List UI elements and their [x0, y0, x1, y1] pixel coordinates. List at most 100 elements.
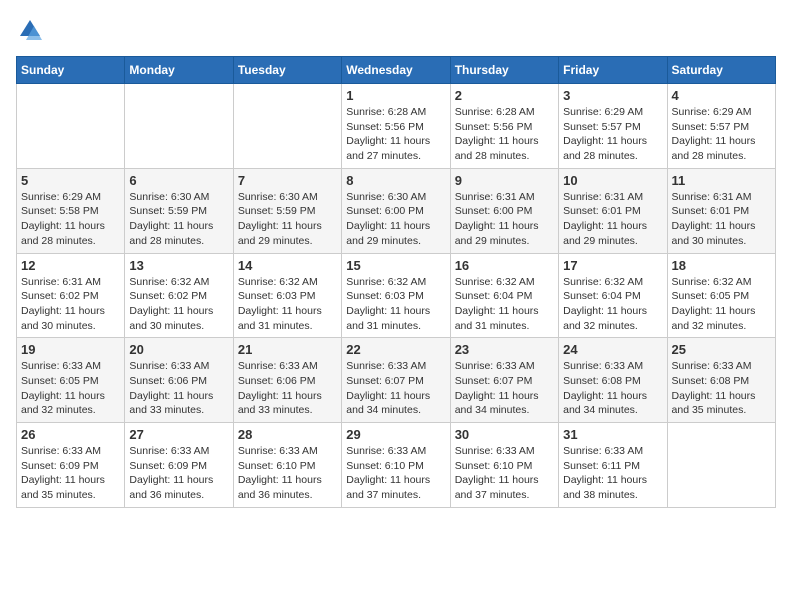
day-info: Sunrise: 6:33 AMSunset: 6:08 PMDaylight:… [563, 359, 662, 418]
day-number: 10 [563, 173, 662, 188]
day-info: Sunrise: 6:29 AMSunset: 5:57 PMDaylight:… [563, 105, 662, 164]
day-number: 29 [346, 427, 445, 442]
day-cell: 16 Sunrise: 6:32 AMSunset: 6:04 PMDayligh… [450, 253, 558, 338]
day-info: Sunrise: 6:33 AMSunset: 6:08 PMDaylight:… [672, 359, 771, 418]
day-number: 9 [455, 173, 554, 188]
day-number: 26 [21, 427, 120, 442]
day-info: Sunrise: 6:30 AMSunset: 5:59 PMDaylight:… [238, 190, 337, 249]
day-info: Sunrise: 6:29 AMSunset: 5:57 PMDaylight:… [672, 105, 771, 164]
day-cell: 19 Sunrise: 6:33 AMSunset: 6:05 PMDayligh… [17, 338, 125, 423]
day-info: Sunrise: 6:28 AMSunset: 5:56 PMDaylight:… [346, 105, 445, 164]
day-number: 6 [129, 173, 228, 188]
day-info: Sunrise: 6:31 AMSunset: 6:01 PMDaylight:… [563, 190, 662, 249]
day-cell: 8 Sunrise: 6:30 AMSunset: 6:00 PMDaylight… [342, 168, 450, 253]
day-number: 24 [563, 342, 662, 357]
day-info: Sunrise: 6:32 AMSunset: 6:03 PMDaylight:… [346, 275, 445, 334]
day-cell: 14Sunrise: 6:32 AMSunset: 6:03 PMDayligh… [233, 253, 341, 338]
day-number: 30 [455, 427, 554, 442]
day-number: 22 [346, 342, 445, 357]
day-cell [667, 423, 775, 508]
day-info: Sunrise: 6:28 AMSunset: 5:56 PMDaylight:… [455, 105, 554, 164]
day-info: Sunrise: 6:33 AMSunset: 6:05 PMDaylight:… [21, 359, 120, 418]
logo [16, 16, 48, 44]
day-info: Sunrise: 6:33 AMSunset: 6:11 PMDaylight:… [563, 444, 662, 503]
day-info: Sunrise: 6:31 AMSunset: 6:00 PMDaylight:… [455, 190, 554, 249]
day-number: 17 [563, 258, 662, 273]
day-info: Sunrise: 6:33 AMSunset: 6:06 PMDaylight:… [129, 359, 228, 418]
week-row-4: 19 Sunrise: 6:33 AMSunset: 6:05 PMDayligh… [17, 338, 776, 423]
day-info: Sunrise: 6:32 AMSunset: 6:04 PMDaylight:… [563, 275, 662, 334]
day-number: 27 [129, 427, 228, 442]
day-number: 11 [672, 173, 771, 188]
day-number: 31 [563, 427, 662, 442]
page-header [16, 16, 776, 44]
day-info: Sunrise: 6:30 AMSunset: 6:00 PMDaylight:… [346, 190, 445, 249]
day-cell: 18 Sunrise: 6:32 AMSunset: 6:05 PMDayligh… [667, 253, 775, 338]
day-number: 3 [563, 88, 662, 103]
day-info: Sunrise: 6:33 AMSunset: 6:07 PMDaylight:… [455, 359, 554, 418]
day-cell: 15 Sunrise: 6:32 AMSunset: 6:03 PMDayligh… [342, 253, 450, 338]
col-header-wednesday: Wednesday [342, 57, 450, 84]
day-cell: 12 Sunrise: 6:31 AMSunset: 6:02 PMDayligh… [17, 253, 125, 338]
day-info: Sunrise: 6:32 AMSunset: 6:04 PMDaylight:… [455, 275, 554, 334]
col-header-monday: Monday [125, 57, 233, 84]
col-header-friday: Friday [559, 57, 667, 84]
day-cell: 20 Sunrise: 6:33 AMSunset: 6:06 PMDayligh… [125, 338, 233, 423]
day-cell: 29 Sunrise: 6:33 AMSunset: 6:10 PMDayligh… [342, 423, 450, 508]
logo-icon [16, 16, 44, 44]
day-info: Sunrise: 6:32 AMSunset: 6:02 PMDaylight:… [129, 275, 228, 334]
day-number: 4 [672, 88, 771, 103]
day-cell: 31 Sunrise: 6:33 AMSunset: 6:11 PMDayligh… [559, 423, 667, 508]
day-cell: 10 Sunrise: 6:31 AMSunset: 6:01 PMDayligh… [559, 168, 667, 253]
day-number: 1 [346, 88, 445, 103]
day-number: 19 [21, 342, 120, 357]
day-cell: 27Sunrise: 6:33 AMSunset: 6:09 PMDayligh… [125, 423, 233, 508]
day-cell: 28Sunrise: 6:33 AMSunset: 6:10 PMDayligh… [233, 423, 341, 508]
day-number: 20 [129, 342, 228, 357]
day-info: Sunrise: 6:33 AMSunset: 6:10 PMDaylight:… [455, 444, 554, 503]
day-cell: 24 Sunrise: 6:33 AMSunset: 6:08 PMDayligh… [559, 338, 667, 423]
col-header-saturday: Saturday [667, 57, 775, 84]
day-number: 15 [346, 258, 445, 273]
day-cell [17, 84, 125, 169]
day-cell: 17 Sunrise: 6:32 AMSunset: 6:04 PMDayligh… [559, 253, 667, 338]
col-header-tuesday: Tuesday [233, 57, 341, 84]
day-cell: 5 Sunrise: 6:29 AMSunset: 5:58 PMDaylight… [17, 168, 125, 253]
day-cell [233, 84, 341, 169]
week-row-5: 26 Sunrise: 6:33 AMSunset: 6:09 PMDayligh… [17, 423, 776, 508]
day-cell: 22Sunrise: 6:33 AMSunset: 6:07 PMDayligh… [342, 338, 450, 423]
day-number: 2 [455, 88, 554, 103]
day-info: Sunrise: 6:32 AMSunset: 6:05 PMDaylight:… [672, 275, 771, 334]
day-cell: 9 Sunrise: 6:31 AMSunset: 6:00 PMDaylight… [450, 168, 558, 253]
day-cell: 11Sunrise: 6:31 AMSunset: 6:01 PMDayligh… [667, 168, 775, 253]
day-number: 25 [672, 342, 771, 357]
day-number: 18 [672, 258, 771, 273]
day-number: 5 [21, 173, 120, 188]
day-number: 13 [129, 258, 228, 273]
day-number: 14 [238, 258, 337, 273]
day-number: 16 [455, 258, 554, 273]
day-info: Sunrise: 6:33 AMSunset: 6:10 PMDaylight:… [238, 444, 337, 503]
week-row-2: 5 Sunrise: 6:29 AMSunset: 5:58 PMDaylight… [17, 168, 776, 253]
day-info: Sunrise: 6:33 AMSunset: 6:10 PMDaylight:… [346, 444, 445, 503]
day-cell: 13 Sunrise: 6:32 AMSunset: 6:02 PMDayligh… [125, 253, 233, 338]
day-cell: 7Sunrise: 6:30 AMSunset: 5:59 PMDaylight… [233, 168, 341, 253]
day-cell: 4 Sunrise: 6:29 AMSunset: 5:57 PMDaylight… [667, 84, 775, 169]
day-cell: 23Sunrise: 6:33 AMSunset: 6:07 PMDayligh… [450, 338, 558, 423]
day-cell [125, 84, 233, 169]
day-info: Sunrise: 6:33 AMSunset: 6:09 PMDaylight:… [21, 444, 120, 503]
day-cell: 1 Sunrise: 6:28 AMSunset: 5:56 PMDaylight… [342, 84, 450, 169]
day-number: 12 [21, 258, 120, 273]
day-cell: 30 Sunrise: 6:33 AMSunset: 6:10 PMDayligh… [450, 423, 558, 508]
day-info: Sunrise: 6:31 AMSunset: 6:02 PMDaylight:… [21, 275, 120, 334]
day-cell: 21Sunrise: 6:33 AMSunset: 6:06 PMDayligh… [233, 338, 341, 423]
week-row-1: 1 Sunrise: 6:28 AMSunset: 5:56 PMDaylight… [17, 84, 776, 169]
day-info: Sunrise: 6:29 AMSunset: 5:58 PMDaylight:… [21, 190, 120, 249]
day-number: 21 [238, 342, 337, 357]
day-cell: 3 Sunrise: 6:29 AMSunset: 5:57 PMDaylight… [559, 84, 667, 169]
day-info: Sunrise: 6:30 AMSunset: 5:59 PMDaylight:… [129, 190, 228, 249]
day-number: 8 [346, 173, 445, 188]
day-cell: 2 Sunrise: 6:28 AMSunset: 5:56 PMDaylight… [450, 84, 558, 169]
day-cell: 6 Sunrise: 6:30 AMSunset: 5:59 PMDaylight… [125, 168, 233, 253]
day-cell: 25 Sunrise: 6:33 AMSunset: 6:08 PMDayligh… [667, 338, 775, 423]
